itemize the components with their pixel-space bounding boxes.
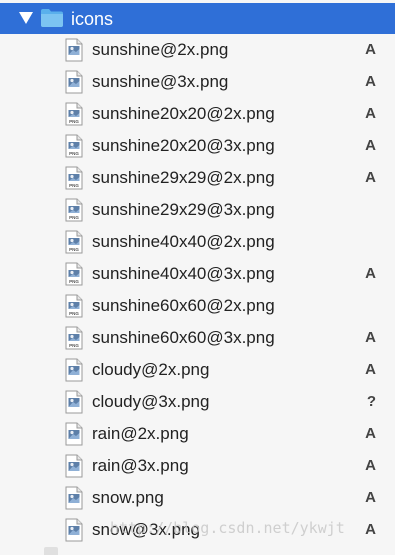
file-row[interactable]: PNG sunshine29x29@3x.png <box>0 194 395 226</box>
file-row[interactable]: PNG sunshine60x60@3x.png A <box>0 322 395 354</box>
file-row[interactable]: PNG sunshine40x40@3x.png A <box>0 258 395 290</box>
file-name: sunshine@3x.png <box>92 72 229 91</box>
scm-status-badge: ? <box>366 393 376 410</box>
file-name: sunshine60x60@3x.png <box>92 328 275 347</box>
image-file-icon <box>65 38 83 62</box>
scm-status-badge: A <box>365 169 376 186</box>
file-name: rain@3x.png <box>92 456 189 475</box>
file-name: sunshine40x40@2x.png <box>92 232 275 251</box>
file-row[interactable]: snow.png A <box>0 482 395 514</box>
disclosure-triangle-down-icon[interactable] <box>19 12 33 24</box>
next-item-stub <box>44 547 58 555</box>
scm-status-badge: A <box>365 457 376 474</box>
scm-status-badge: A <box>365 425 376 442</box>
scm-status-badge: A <box>365 137 376 154</box>
scm-status-badge: A <box>365 361 376 378</box>
png-file-icon: PNG <box>65 102 83 126</box>
scm-status-badge: A <box>365 265 376 282</box>
svg-text:PNG: PNG <box>69 151 79 156</box>
image-file-icon <box>65 70 83 94</box>
file-name: sunshine20x20@3x.png <box>92 136 275 155</box>
png-file-icon: PNG <box>65 166 83 190</box>
image-file-icon <box>65 358 83 382</box>
file-row[interactable]: cloudy@2x.png A <box>0 354 395 386</box>
image-file-icon <box>65 518 83 542</box>
image-file-icon <box>65 390 83 414</box>
scm-status-badge: A <box>365 41 376 58</box>
file-name: rain@2x.png <box>92 424 189 443</box>
scm-status-badge: A <box>365 329 376 346</box>
svg-text:PNG: PNG <box>69 343 79 348</box>
png-file-icon: PNG <box>65 134 83 158</box>
file-row[interactable]: rain@3x.png A <box>0 450 395 482</box>
file-row[interactable]: rain@2x.png A <box>0 418 395 450</box>
image-file-icon <box>65 486 83 510</box>
svg-text:PNG: PNG <box>69 247 79 252</box>
png-file-icon: PNG <box>65 198 83 222</box>
png-file-icon: PNG <box>65 230 83 254</box>
file-name: sunshine29x29@3x.png <box>92 200 275 219</box>
folder-name: icons <box>71 9 114 29</box>
scm-status-badge: A <box>365 73 376 90</box>
image-file-icon <box>65 422 83 446</box>
svg-text:PNG: PNG <box>69 311 79 316</box>
file-row[interactable]: PNG sunshine29x29@2x.png A <box>0 162 395 194</box>
file-row[interactable]: sunshine@3x.png A <box>0 66 395 98</box>
svg-text:PNG: PNG <box>69 119 79 124</box>
file-name: snow@3x.png <box>92 520 200 539</box>
png-file-icon: PNG <box>65 326 83 350</box>
folder-icon <box>41 9 63 27</box>
file-name: cloudy@3x.png <box>92 392 210 411</box>
svg-text:PNG: PNG <box>69 279 79 284</box>
folder-row-icons[interactable]: icons <box>0 3 395 34</box>
file-row[interactable]: PNG sunshine60x60@2x.png <box>0 290 395 322</box>
file-name: sunshine40x40@3x.png <box>92 264 275 283</box>
svg-text:PNG: PNG <box>69 183 79 188</box>
file-row[interactable]: PNG sunshine20x20@2x.png A <box>0 98 395 130</box>
file-row[interactable]: PNG sunshine40x40@2x.png <box>0 226 395 258</box>
file-name: snow.png <box>92 488 164 507</box>
file-name: sunshine29x29@2x.png <box>92 168 275 187</box>
scm-status-badge: A <box>365 521 376 538</box>
scm-status-badge: A <box>365 105 376 122</box>
file-row[interactable]: sunshine@2x.png A <box>0 34 395 66</box>
file-name: sunshine@2x.png <box>92 40 229 59</box>
file-row[interactable]: PNG sunshine20x20@3x.png A <box>0 130 395 162</box>
file-row[interactable]: cloudy@3x.png? <box>0 386 395 418</box>
file-name: sunshine60x60@2x.png <box>92 296 275 315</box>
png-file-icon: PNG <box>65 294 83 318</box>
scm-status-badge: A <box>365 489 376 506</box>
file-name: cloudy@2x.png <box>92 360 210 379</box>
image-file-icon <box>65 454 83 478</box>
png-file-icon: PNG <box>65 262 83 286</box>
file-row[interactable]: snow@3x.png A <box>0 514 395 546</box>
file-name: sunshine20x20@2x.png <box>92 104 275 123</box>
svg-text:PNG: PNG <box>69 215 79 220</box>
